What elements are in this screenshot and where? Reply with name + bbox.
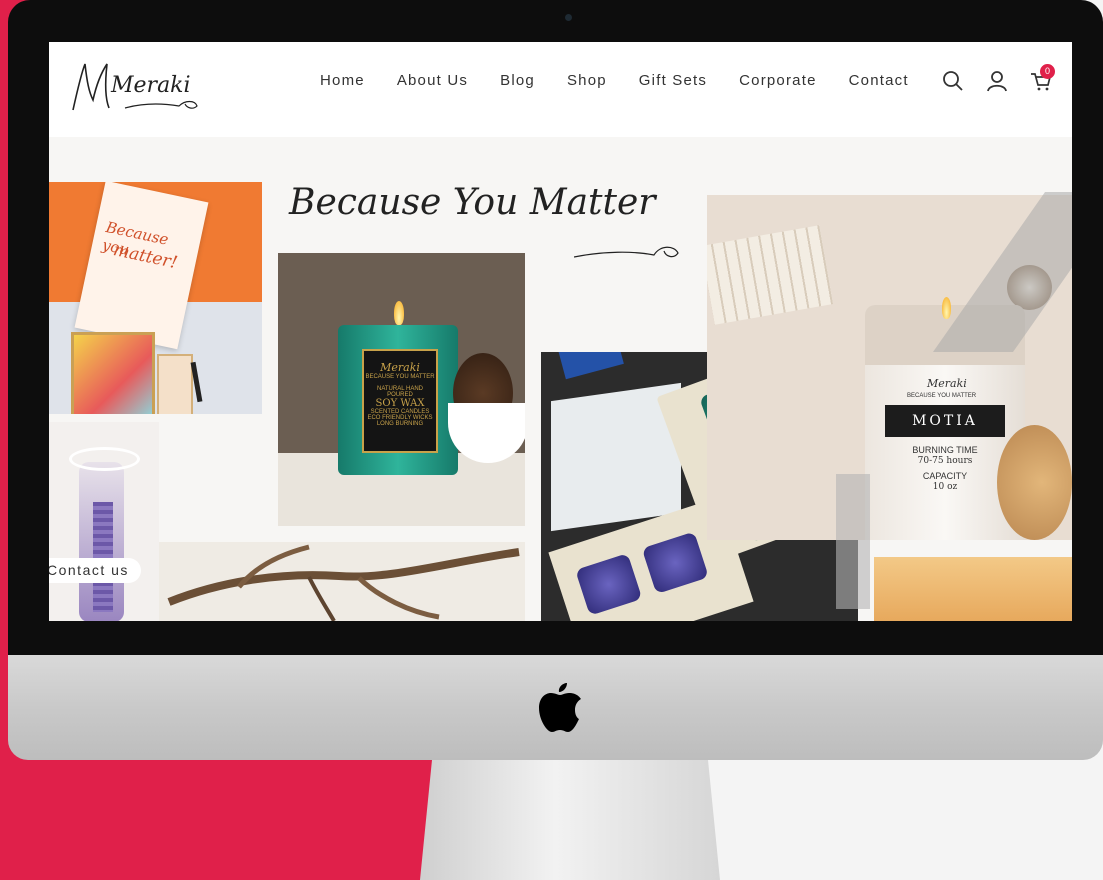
logo[interactable]: Meraki bbox=[67, 52, 207, 127]
purple-tin bbox=[641, 531, 709, 595]
user-icon[interactable] bbox=[986, 70, 1008, 92]
blue-ribbon bbox=[558, 352, 624, 380]
nav-contact[interactable]: Contact bbox=[849, 72, 909, 89]
decor-bar bbox=[836, 474, 870, 609]
lavender-stems bbox=[93, 502, 113, 612]
nav-home[interactable]: Home bbox=[320, 72, 365, 89]
cart-count-badge: 0 bbox=[1040, 64, 1055, 79]
main-menu: Home About Us Blog Shop Gift Sets Corpor… bbox=[320, 72, 941, 89]
logo-text: Meraki bbox=[110, 73, 191, 98]
search-icon[interactable] bbox=[942, 70, 964, 92]
candle1-line5: LONG BURNING bbox=[376, 421, 424, 427]
website-screen: Meraki Home About Us Blog Shop Gift Sets… bbox=[49, 42, 1072, 621]
candle2-sub: BECAUSE YOU MATTER bbox=[907, 393, 977, 399]
header-icons bbox=[942, 70, 1052, 92]
imac-stand bbox=[420, 760, 720, 880]
candle1-brand: Meraki bbox=[380, 361, 420, 374]
ribbon bbox=[69, 447, 140, 471]
wooden-lid bbox=[997, 425, 1072, 540]
logo-mark: Meraki bbox=[72, 63, 198, 111]
green-candle-label: Meraki BECAUSE YOU MATTER NATURAL HAND P… bbox=[362, 349, 438, 453]
hero-image-gift-card: Because you matter! bbox=[49, 182, 262, 414]
nav-blog[interactable]: Blog bbox=[500, 72, 535, 89]
purple-tin bbox=[575, 553, 643, 616]
nav-shop[interactable]: Shop bbox=[567, 72, 607, 89]
books bbox=[707, 225, 834, 325]
hero-image-corner bbox=[874, 557, 1072, 621]
nav-gift-sets[interactable]: Gift Sets bbox=[639, 72, 707, 89]
green-candle-jar: Meraki BECAUSE YOU MATTER NATURAL HAND P… bbox=[338, 325, 458, 475]
hero-image-green-candle: Meraki BECAUSE YOU MATTER NATURAL HAND P… bbox=[278, 253, 525, 526]
hero-tagline: Because You Matter bbox=[289, 182, 656, 223]
apple-logo-icon bbox=[539, 683, 581, 732]
hero-image-driftwood bbox=[159, 542, 525, 621]
gift-item bbox=[157, 354, 193, 414]
candle-flame bbox=[394, 301, 404, 325]
candle1-line1: NATURAL HAND POURED bbox=[376, 386, 423, 398]
header: Meraki Home About Us Blog Shop Gift Sets… bbox=[49, 42, 1072, 137]
hero-image-lavender bbox=[49, 422, 159, 621]
candle2-name: MOTIA bbox=[885, 405, 1005, 437]
nav-about-us[interactable]: About Us bbox=[397, 72, 468, 89]
tagline-flourish bbox=[574, 246, 679, 258]
camera-icon bbox=[565, 14, 572, 21]
candle-flame bbox=[942, 297, 951, 319]
gift-book bbox=[71, 332, 155, 414]
hero-collage: Because you matter! Contact us Because Y… bbox=[49, 137, 1072, 621]
candle1-sub: BECAUSE YOU MATTER bbox=[365, 374, 435, 380]
candle2-brand: Meraki bbox=[927, 377, 967, 390]
candle1-line2: SOY WAX bbox=[375, 398, 425, 409]
contact-us-button[interactable]: Contact us bbox=[49, 558, 141, 583]
nav-corporate[interactable]: Corporate bbox=[739, 72, 817, 89]
